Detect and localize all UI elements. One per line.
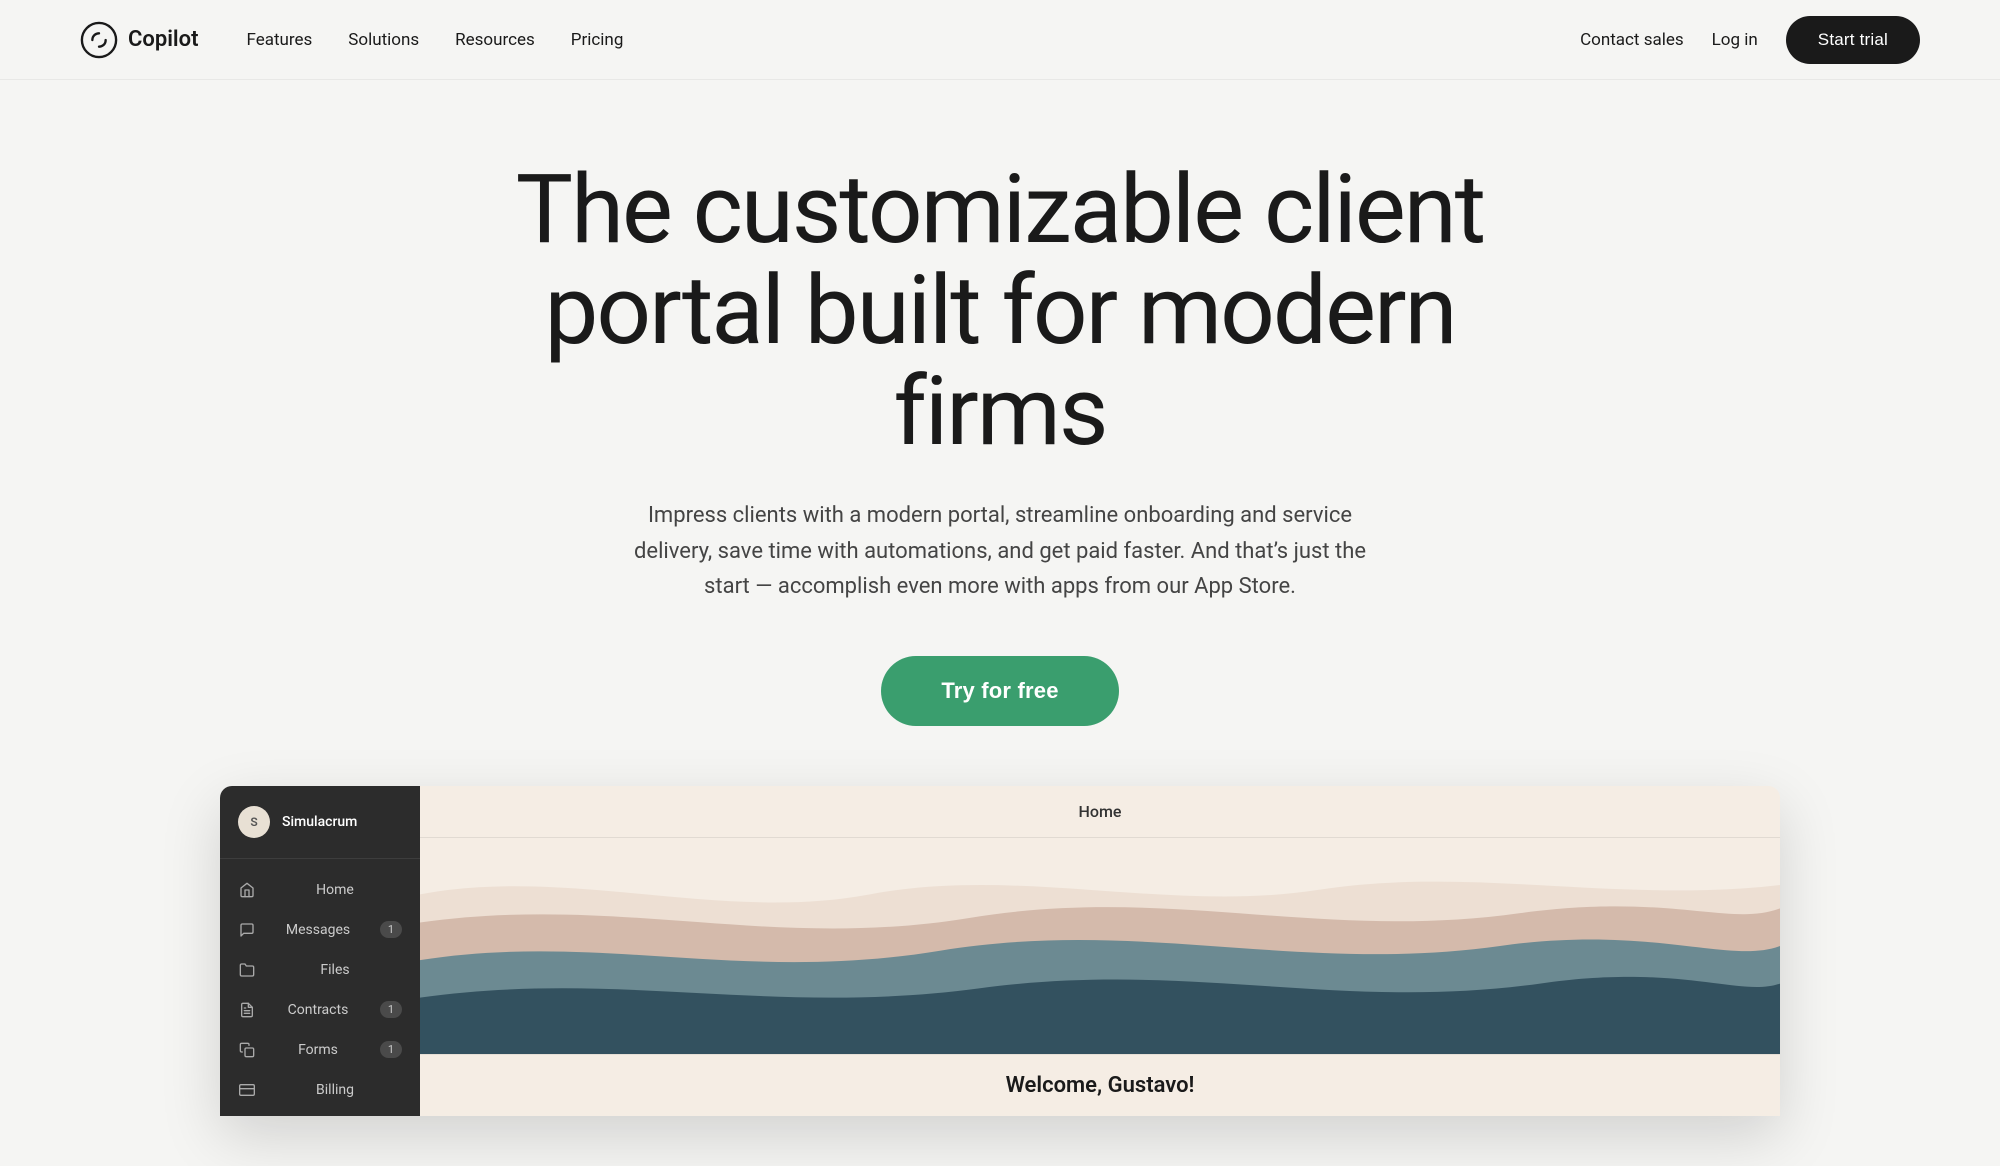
- hero-title: The customizable client portal built for…: [450, 160, 1550, 462]
- sidebar-item-billing[interactable]: Billing: [220, 1071, 420, 1109]
- sidebar-header: S Simulacrum: [220, 786, 420, 859]
- sidebar-item-messages-label: Messages: [268, 922, 368, 938]
- sidebar-item-messages[interactable]: Messages 1: [220, 911, 420, 949]
- sidebar-company-name: Simulacrum: [282, 814, 357, 830]
- sidebar-nav: Home Messages 1: [220, 859, 420, 1116]
- nav-item-solutions[interactable]: Solutions: [348, 30, 419, 50]
- sidebar-item-forms-label: Forms: [268, 1042, 368, 1058]
- sidebar-item-files[interactable]: Files: [220, 951, 420, 989]
- wave-chart: [420, 838, 1780, 1054]
- nav-links: Features Solutions Resources Pricing: [246, 30, 623, 50]
- welcome-title: Welcome, Gustavo!: [1006, 1073, 1195, 1098]
- app-sidebar: S Simulacrum Home: [220, 786, 420, 1116]
- contact-sales-link[interactable]: Contact sales: [1580, 30, 1684, 50]
- try-free-button[interactable]: Try for free: [881, 656, 1118, 726]
- app-main-header-title: Home: [1079, 802, 1122, 821]
- sidebar-item-forms[interactable]: Forms 1: [220, 1031, 420, 1069]
- logo-text: Copilot: [128, 27, 198, 52]
- start-trial-button[interactable]: Start trial: [1786, 16, 1920, 64]
- logo-link[interactable]: Copilot: [80, 21, 198, 59]
- login-link[interactable]: Log in: [1712, 30, 1758, 50]
- welcome-section: Welcome, Gustavo!: [420, 1054, 1780, 1116]
- nav-item-features[interactable]: Features: [246, 30, 312, 50]
- nav-right: Contact sales Log in Start trial: [1580, 16, 1920, 64]
- files-icon: [238, 961, 256, 979]
- contracts-badge: 1: [380, 1001, 402, 1018]
- sidebar-company-logo: S: [238, 806, 270, 838]
- nav-left: Copilot Features Solutions Resources Pri…: [80, 21, 623, 59]
- sidebar-item-home[interactable]: Home: [220, 871, 420, 909]
- navbar: Copilot Features Solutions Resources Pri…: [0, 0, 2000, 80]
- billing-icon: [238, 1081, 256, 1099]
- sidebar-item-contracts-label: Contracts: [268, 1002, 368, 1018]
- sidebar-item-home-label: Home: [268, 882, 402, 898]
- nav-item-pricing[interactable]: Pricing: [571, 30, 624, 50]
- forms-icon: [238, 1041, 256, 1059]
- app-main-header: Home: [420, 786, 1780, 838]
- nav-item-resources[interactable]: Resources: [455, 30, 535, 50]
- contracts-icon: [238, 1001, 256, 1019]
- app-main-content: Home Welcome, Gustavo!: [420, 786, 1780, 1116]
- forms-badge: 1: [380, 1041, 402, 1058]
- sidebar-item-contracts[interactable]: Contracts 1: [220, 991, 420, 1029]
- sidebar-item-files-label: Files: [268, 962, 402, 978]
- home-icon: [238, 881, 256, 899]
- sidebar-item-helpdesk[interactable]: Helpdesk: [220, 1111, 420, 1116]
- sidebar-item-billing-label: Billing: [268, 1082, 402, 1098]
- logo-icon: [80, 21, 118, 59]
- hero-section: The customizable client portal built for…: [0, 80, 2000, 1166]
- app-preview: S Simulacrum Home: [220, 786, 1780, 1116]
- message-icon: [238, 921, 256, 939]
- messages-badge: 1: [380, 921, 402, 938]
- hero-subtitle: Impress clients with a modern portal, st…: [620, 498, 1380, 604]
